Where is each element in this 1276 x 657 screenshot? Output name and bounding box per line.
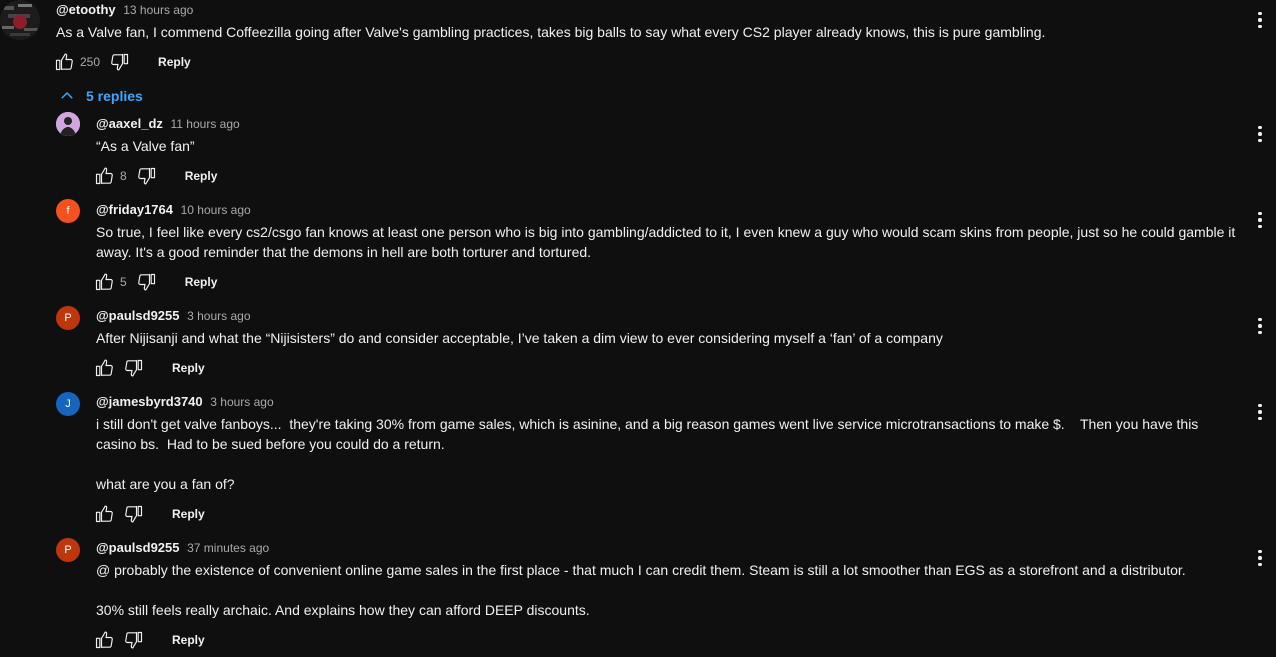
like-button[interactable] [92,270,116,294]
avatar-image [56,112,80,136]
comment-header: @etoothy 13 hours ago [56,2,193,17]
comment-actions: 8 Reply [92,164,217,188]
avatar-letter: J [65,398,71,410]
comment-actions: Reply [92,502,205,526]
timestamp[interactable]: 3 hours ago [187,309,250,323]
avatar-letter: f [66,205,70,217]
more-actions-button[interactable] [1248,400,1272,424]
author-handle[interactable]: @paulsd9255 [96,308,180,323]
reply-button[interactable]: Reply [185,169,218,183]
like-button[interactable] [92,502,116,526]
chevron-up-icon [61,91,73,99]
reply-button[interactable]: Reply [172,507,205,521]
avatar-image [0,0,40,40]
more-actions-button[interactable] [1248,208,1272,232]
comment-actions: 250 Reply [52,50,191,74]
dislike-button[interactable] [122,502,146,526]
like-button[interactable] [92,628,116,652]
reply-button[interactable]: Reply [172,633,205,647]
thumbs-up-icon [95,167,113,185]
avatar[interactable]: J [56,392,80,416]
reply-button[interactable]: Reply [172,361,205,375]
thumbs-up-icon [95,273,113,291]
timestamp[interactable]: 11 hours ago [171,117,240,131]
thumbs-down-icon [137,273,155,291]
more-actions-button[interactable] [1248,8,1272,32]
comment-header: @paulsd9255 3 hours ago [96,308,251,323]
replies-count-label: 5 replies [86,88,143,104]
author-handle[interactable]: @friday1764 [96,202,173,217]
dislike-button[interactable] [122,356,146,380]
thumbs-down-icon [111,53,129,71]
dislike-button[interactable] [122,628,146,652]
comment-header: @friday1764 10 hours ago [96,202,251,217]
author-handle[interactable]: @jamesbyrd3740 [96,394,203,409]
comment-text: As a Valve fan, I commend Coffeezilla go… [56,24,1046,40]
author-handle[interactable]: @paulsd9255 [96,540,180,555]
comment-header: @jamesbyrd3740 3 hours ago [96,394,274,409]
comment-actions: Reply [92,628,205,652]
avatar[interactable]: f [56,199,80,223]
dislike-button[interactable] [108,50,132,74]
timestamp[interactable]: 3 hours ago [210,395,273,409]
comment-header: @aaxel_dz 11 hours ago [96,116,240,131]
comment-text: “As a Valve fan” [96,138,195,154]
like-count: 250 [80,55,101,69]
like-count: 8 [120,169,127,183]
like-button[interactable] [52,50,76,74]
comment-actions: Reply [92,356,205,380]
thumbs-up-icon [55,53,73,71]
thumbs-up-icon [95,359,113,377]
like-button[interactable] [92,356,116,380]
comment-actions: 5 Reply [92,270,217,294]
more-actions-button[interactable] [1248,546,1272,570]
avatar[interactable] [56,112,80,136]
timestamp[interactable]: 10 hours ago [181,203,251,217]
more-actions-button[interactable] [1248,314,1272,338]
like-button[interactable] [92,164,116,188]
reply-button[interactable]: Reply [158,55,191,69]
thumbs-down-icon [125,359,143,377]
more-actions-button[interactable] [1248,122,1272,146]
timestamp[interactable]: 13 hours ago [123,3,193,17]
comment-header: @paulsd9255 37 minutes ago [96,540,269,555]
thumbs-up-icon [95,505,113,523]
thumbs-down-icon [125,505,143,523]
avatar-letter: P [64,544,72,556]
thumbs-up-icon [95,631,113,649]
author-handle[interactable]: @aaxel_dz [96,116,163,131]
comment-text: After Nijisanji and what the “Nijisister… [96,330,943,346]
reply-button[interactable]: Reply [185,275,218,289]
timestamp[interactable]: 37 minutes ago [187,541,269,555]
dislike-button[interactable] [135,164,159,188]
author-handle[interactable]: @etoothy [56,2,116,17]
avatar[interactable]: P [56,538,80,562]
like-count: 5 [120,275,127,289]
comment-text: So true, I feel like every cs2/csgo fan … [96,224,1240,260]
replies-toggle-button[interactable]: 5 replies [58,86,143,106]
dislike-button[interactable] [135,270,159,294]
comment-text: i still don't get valve fanboys... they'… [96,416,1199,492]
thumbs-down-icon [125,631,143,649]
avatar[interactable]: P [56,306,80,330]
avatar-letter: P [64,312,72,324]
comment-text: @ probably the existence of convenient o… [96,562,1186,618]
avatar[interactable] [0,0,40,40]
thumbs-down-icon [137,167,155,185]
